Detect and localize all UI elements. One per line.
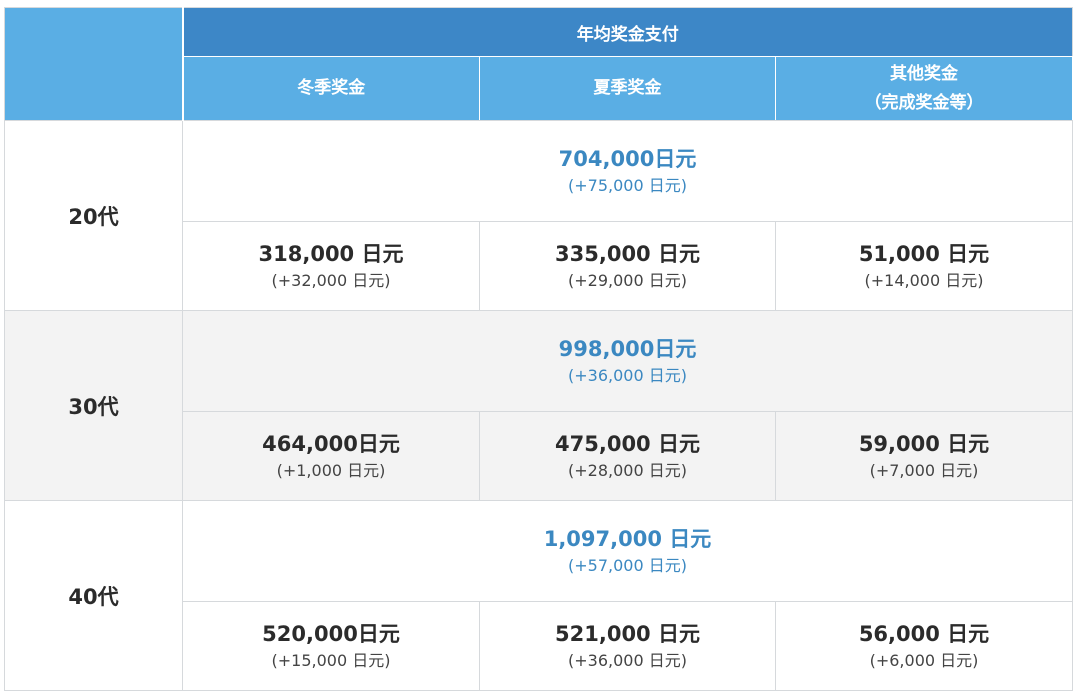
- other-cell-40s: 56,000 日元 (+6,000 日元): [775, 601, 1073, 691]
- other-cell-20s: 51,000 日元 (+14,000 日元): [775, 221, 1073, 311]
- winter-change-30s: (+1,000 日元): [276, 461, 386, 480]
- table-row-40s-total: 40代 1,097,000 日元 (+57,000 日元): [4, 500, 1073, 691]
- winter-value-20s: 318,000 日元: [258, 242, 404, 266]
- summer-cell-30s: 475,000 日元 (+28,000 日元): [479, 411, 776, 501]
- winter-cell-40s: 520,000日元 (+15,000 日元): [182, 601, 480, 691]
- other-value-20s: 51,000 日元: [858, 242, 990, 266]
- summer-change-40s: (+36,000 日元): [568, 651, 687, 670]
- total-change-40s: (+57,000 日元): [568, 556, 687, 575]
- summer-value-30s: 475,000 日元: [555, 432, 700, 456]
- total-change-30s: (+36,000 日元): [568, 366, 687, 385]
- total-cell-30s: 998,000日元 (+36,000 日元): [182, 310, 1073, 412]
- bonus-table: 年均奖金支付 冬季奖金 夏季奖金 其他奖金 （完成奖金等） 20代 704,00…: [4, 7, 1073, 691]
- other-change-40s: (+6,000 日元): [869, 651, 979, 670]
- header-winter-bonus: 冬季奖金: [182, 56, 480, 121]
- winter-change-20s: (+32,000 日元): [271, 271, 391, 290]
- age-label-30s: 30代: [4, 310, 183, 501]
- other-value-40s: 56,000 日元: [858, 622, 990, 646]
- total-cell-40s: 1,097,000 日元 (+57,000 日元): [182, 500, 1073, 602]
- total-change-20s: (+75,000 日元): [568, 176, 687, 195]
- other-change-30s: (+7,000 日元): [869, 461, 979, 480]
- header-corner: [4, 7, 184, 121]
- header-other-bonus-note: （完成奖金等）: [864, 92, 984, 113]
- bonus-table-container: 年均奖金支付 冬季奖金 夏季奖金 其他奖金 （完成奖金等） 20代 704,00…: [0, 0, 1080, 692]
- summer-change-20s: (+29,000 日元): [568, 271, 687, 290]
- winter-cell-30s: 464,000日元 (+1,000 日元): [182, 411, 480, 501]
- age-label-20s: 20代: [4, 120, 183, 311]
- summer-change-30s: (+28,000 日元): [568, 461, 687, 480]
- winter-cell-20s: 318,000 日元 (+32,000 日元): [182, 221, 480, 311]
- header-annual-bonus: 年均奖金支付: [182, 7, 1073, 57]
- other-change-20s: (+14,000 日元): [864, 271, 984, 290]
- winter-value-30s: 464,000日元: [262, 432, 400, 456]
- summer-cell-40s: 521,000 日元 (+36,000 日元): [479, 601, 776, 691]
- total-value-30s: 998,000日元: [558, 337, 697, 361]
- total-value-20s: 704,000日元: [558, 147, 697, 171]
- header-other-bonus: 其他奖金 （完成奖金等）: [775, 56, 1073, 121]
- age-label-40s: 40代: [4, 500, 183, 691]
- summer-value-20s: 335,000 日元: [555, 242, 700, 266]
- other-cell-30s: 59,000 日元 (+7,000 日元): [775, 411, 1073, 501]
- table-row-30s-total: 30代 998,000日元 (+36,000 日元): [4, 310, 1073, 501]
- header-winter-bonus-label: 冬季奖金: [297, 78, 366, 98]
- winter-change-40s: (+15,000 日元): [271, 651, 391, 670]
- header-row-top: 年均奖金支付: [4, 7, 1073, 121]
- other-value-30s: 59,000 日元: [858, 432, 990, 456]
- summer-value-40s: 521,000 日元: [555, 622, 700, 646]
- summer-cell-20s: 335,000 日元 (+29,000 日元): [479, 221, 776, 311]
- total-value-40s: 1,097,000 日元: [543, 527, 712, 551]
- total-cell-20s: 704,000日元 (+75,000 日元): [182, 120, 1073, 222]
- header-summer-bonus: 夏季奖金: [479, 56, 776, 121]
- header-other-bonus-label: 其他奖金: [890, 63, 958, 84]
- table-row-20s-total: 20代 704,000日元 (+75,000 日元): [4, 120, 1073, 311]
- header-summer-bonus-label: 夏季奖金: [593, 78, 662, 98]
- winter-value-40s: 520,000日元: [262, 622, 400, 646]
